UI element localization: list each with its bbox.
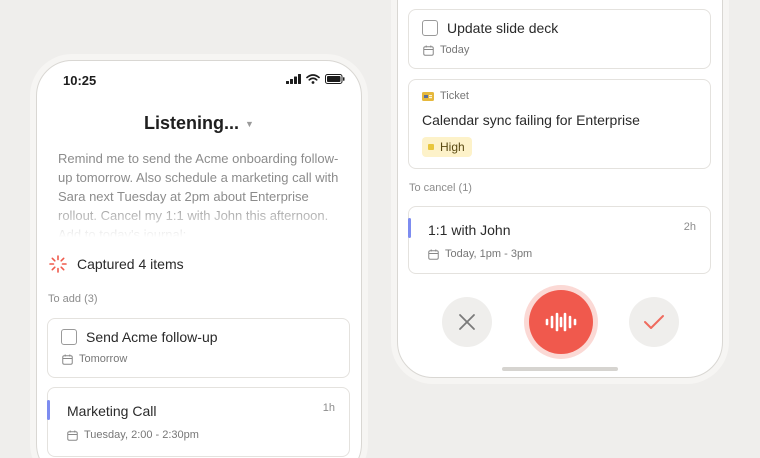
task-meta: Today [423, 44, 469, 56]
to-cancel-label: To cancel (1) [409, 182, 472, 194]
priority-badge[interactable]: High [422, 137, 472, 157]
spinner-icon [49, 255, 67, 273]
calendar-icon [423, 45, 434, 56]
event-meta: Today, 1pm - 3pm [428, 248, 532, 260]
task-date: Tomorrow [79, 353, 128, 365]
captured-status: Captured 4 items [49, 255, 184, 273]
home-indicator [502, 367, 618, 371]
task-date: Today [440, 44, 470, 56]
close-icon [459, 314, 475, 330]
priority-label: High [440, 140, 465, 154]
right-phone-screen: Update slide deck Today Ticket Calendar … [397, 0, 723, 378]
calendar-icon [67, 430, 78, 441]
event-card-cancel-john[interactable]: 1:1 with John 2h Today, 1pm - 3pm [407, 206, 711, 274]
event-title: Marketing Call [67, 403, 157, 419]
event-date: Today, 1pm - 3pm [445, 248, 533, 260]
listening-dropdown[interactable]: Listening... ▼ [37, 113, 361, 134]
captured-label: Captured 4 items [77, 256, 184, 272]
left-phone-screen: 10:25 Listening... ▼ Remind me to send th… [36, 60, 362, 458]
event-meta: Tuesday, 2:00 - 2:30pm [67, 429, 199, 441]
task-card-slide-deck[interactable]: Update slide deck Today [408, 9, 711, 69]
task-checkbox[interactable] [422, 20, 438, 36]
confirm-button[interactable] [629, 297, 679, 347]
event-duration: 1h [322, 402, 335, 414]
task-title: Update slide deck [447, 20, 559, 36]
task-title: Send Acme follow-up [86, 329, 218, 345]
event-accent-bar [46, 400, 50, 420]
ticket-title: Calendar sync failing for Enterprise [422, 112, 640, 128]
task-meta: Tomorrow [62, 353, 127, 365]
event-accent-bar [407, 218, 411, 238]
priority-dot [428, 144, 434, 150]
transcript-text: Remind me to send the Acme onboarding fo… [58, 149, 348, 241]
ticket-icon [422, 91, 434, 101]
record-button[interactable] [529, 290, 593, 354]
event-card-marketing-call[interactable]: Marketing Call 1h Tuesday, 2:00 - 2:30pm [46, 387, 350, 457]
status-time: 10:25 [63, 73, 97, 88]
discard-button[interactable] [442, 297, 492, 347]
to-add-label: To add (3) [48, 293, 98, 305]
chevron-down-icon: ▼ [245, 119, 254, 130]
task-checkbox[interactable] [61, 329, 77, 345]
check-icon [644, 315, 664, 329]
event-duration: 2h [683, 221, 696, 233]
status-icons [286, 74, 345, 84]
calendar-icon [62, 354, 73, 365]
event-date: Tuesday, 2:00 - 2:30pm [84, 429, 199, 441]
listening-label: Listening... [144, 113, 240, 133]
waveform-icon [545, 312, 577, 332]
event-title: 1:1 with John [428, 222, 511, 238]
ticket-type: Ticket [422, 90, 469, 102]
wifi-icon [306, 74, 320, 84]
ticket-type-label: Ticket [440, 90, 469, 102]
ticket-card[interactable]: Ticket Calendar sync failing for Enterpr… [408, 79, 711, 169]
transcript-fade [58, 203, 348, 241]
battery-icon [325, 74, 345, 84]
calendar-icon [428, 249, 439, 260]
task-card-acme[interactable]: Send Acme follow-up Tomorrow [47, 318, 350, 378]
signal-icon [286, 74, 301, 84]
